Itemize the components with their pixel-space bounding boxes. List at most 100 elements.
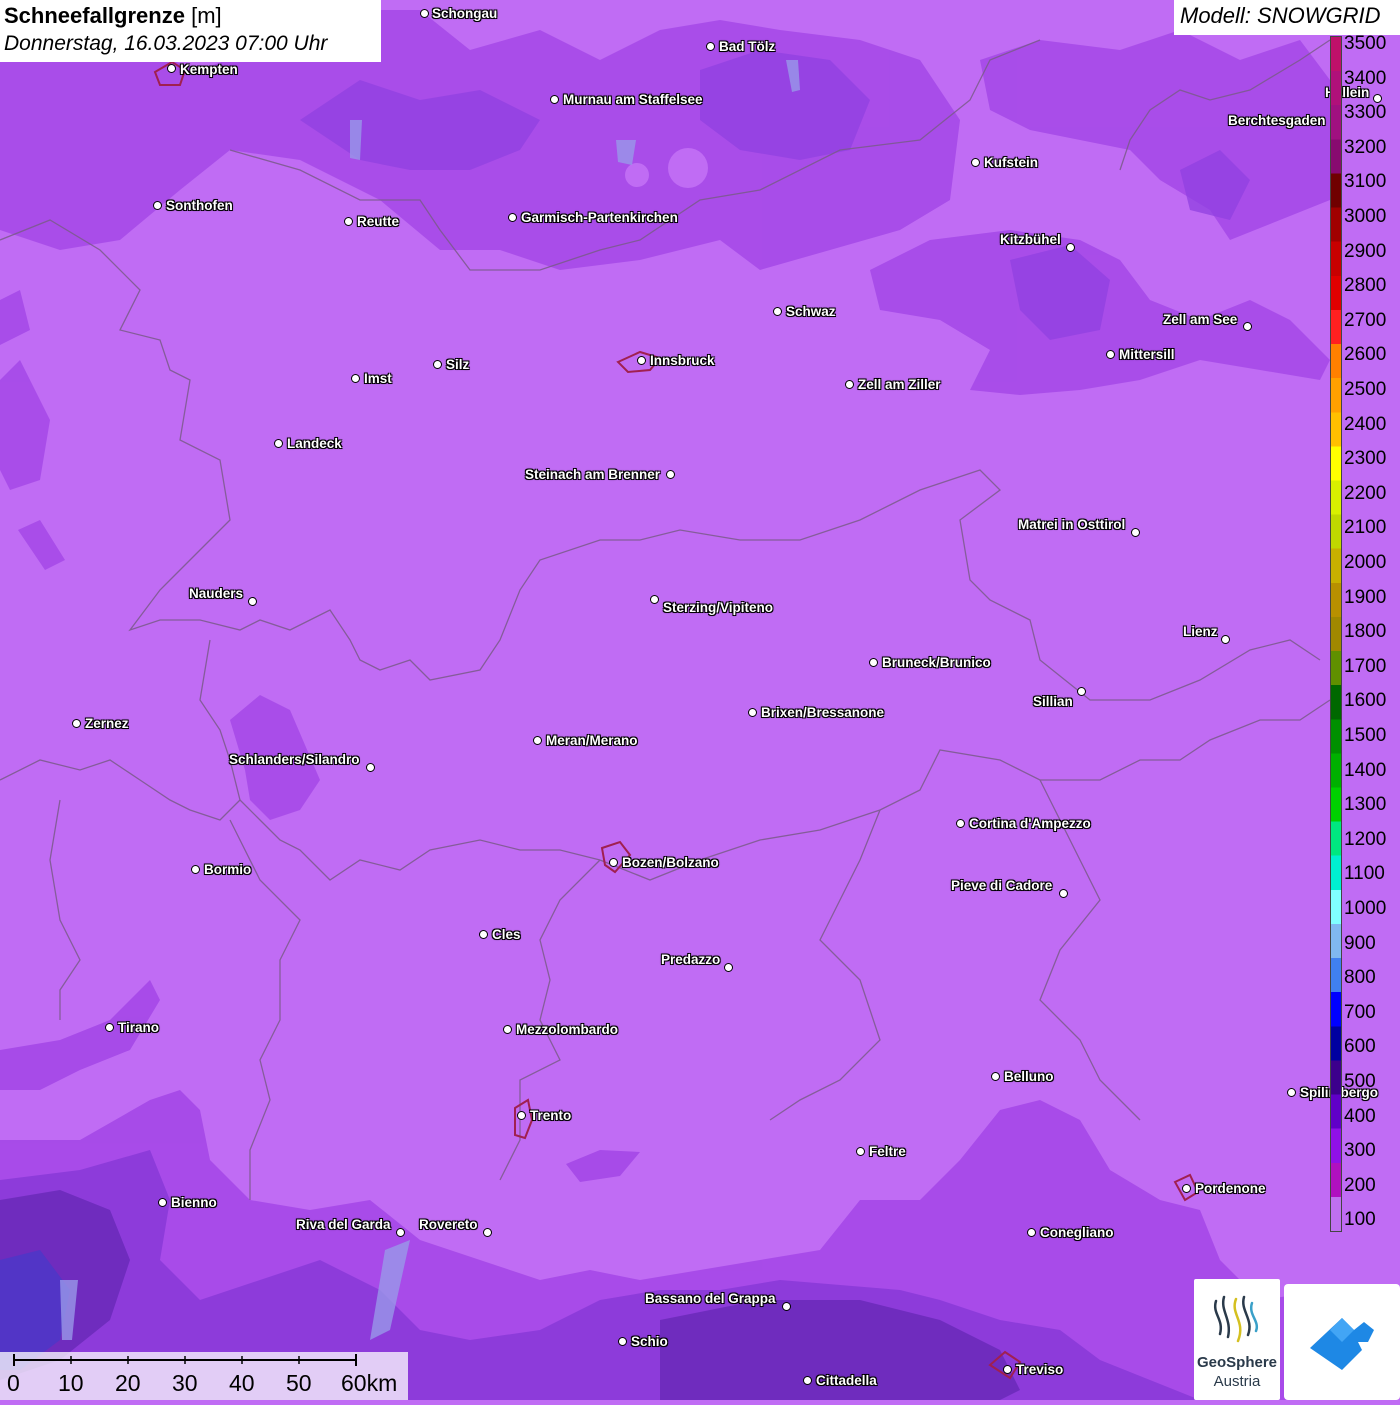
city-label: Sterzing/Vipiteno: [663, 600, 774, 615]
legend-label: 3500: [1344, 33, 1387, 54]
city-marker-icon: [1066, 243, 1075, 252]
city-marker-icon: [1059, 889, 1068, 898]
legend-label: 1100: [1344, 863, 1385, 885]
city-label: Zell am Ziller: [858, 377, 941, 392]
city-label: Pordenone: [1195, 1181, 1266, 1196]
model-label: Modell: SNOWGRID: [1174, 0, 1400, 35]
city-marker-icon: [956, 819, 965, 828]
legend-label: 2700: [1344, 309, 1387, 331]
city-marker-icon: [724, 963, 733, 972]
city-label: Predazzo: [661, 952, 721, 967]
city-marker-icon: [971, 158, 980, 167]
city-label: Bassano del Grappa: [645, 1291, 776, 1306]
city-label: Matrei in Osttirol: [1018, 517, 1126, 532]
city-label: Sonthofen: [166, 198, 233, 213]
color-legend-bar: [1330, 36, 1342, 1232]
city-marker-icon: [666, 470, 675, 479]
city-marker-icon: [248, 597, 257, 606]
city-marker-icon: [105, 1023, 114, 1032]
scale-label-0: 0: [7, 1370, 20, 1396]
legend-label: 2400: [1344, 413, 1387, 435]
city-label: Trento: [530, 1108, 572, 1123]
city-label: Cortina d'Ampezzo: [969, 816, 1091, 831]
legend-label: 3300: [1344, 102, 1387, 124]
city-marker-icon: [856, 1147, 865, 1156]
city-label: Bruneck/Brunico: [882, 655, 991, 670]
city-marker-icon: [803, 1376, 812, 1385]
city-label: Brixen/Bressanone: [761, 705, 885, 720]
parameter-name: Schneefallgrenze: [4, 3, 185, 28]
city-label: Zernez: [85, 716, 129, 731]
city-marker-icon: [72, 719, 81, 728]
city-label: Bormio: [204, 862, 252, 877]
city-label: Schongau: [432, 6, 498, 21]
city-marker-icon: [274, 439, 283, 448]
legend-label: 1700: [1344, 655, 1387, 677]
map-title-box: Schneefallgrenze [m] Donnerstag, 16.03.2…: [0, 0, 381, 62]
city-label: Tirano: [118, 1020, 160, 1035]
legend-label: 400: [1344, 1105, 1376, 1127]
city-marker-icon: [869, 658, 878, 667]
legend-label: 700: [1344, 1001, 1376, 1023]
city-marker-icon: [191, 865, 200, 874]
legend-label: 500: [1344, 1071, 1376, 1092]
city-marker-icon: [351, 374, 360, 383]
city-marker-icon: [1243, 322, 1252, 331]
city-marker-icon: [609, 858, 618, 867]
legend-label: 200: [1344, 1174, 1376, 1196]
city-label: Reutte: [357, 214, 400, 229]
legend-label: 2100: [1344, 517, 1387, 539]
scale-label-50: 50: [286, 1370, 312, 1396]
city-marker-icon: [344, 217, 353, 226]
city-marker-icon: [158, 1198, 167, 1207]
city-label: Landeck: [287, 436, 342, 451]
city-marker-icon: [508, 213, 517, 222]
city-label: Kitzbühel: [1000, 232, 1061, 247]
city-marker-icon: [991, 1072, 1000, 1081]
map-datetime: Donnerstag, 16.03.2023 07:00 Uhr: [4, 32, 328, 55]
city-label: Kufstein: [984, 155, 1038, 170]
city-marker-icon: [706, 42, 715, 51]
city-marker-icon: [650, 595, 659, 604]
city-label: Murnau am Staffelsee: [563, 92, 703, 107]
geosphere-logo[interactable]: GeoSphere Austria: [1194, 1279, 1280, 1400]
weather-app-logo[interactable]: [1284, 1284, 1400, 1400]
city-marker-icon: [533, 736, 542, 745]
city-marker-icon: [1182, 1184, 1191, 1193]
city-label: Cittadella: [816, 1373, 877, 1388]
scale-label-10: 10: [58, 1370, 84, 1396]
city-marker-icon: [396, 1228, 405, 1237]
city-label: Meran/Merano: [546, 733, 638, 748]
legend-label: 300: [1344, 1140, 1376, 1162]
city-marker-icon: [618, 1337, 627, 1346]
city-marker-icon: [1106, 350, 1115, 359]
legend-label: 900: [1344, 932, 1376, 954]
city-label: Sillian: [1033, 694, 1073, 709]
city-marker-icon: [550, 95, 559, 104]
city-label: Rovereto: [419, 1217, 478, 1232]
legend-label: 3000: [1344, 206, 1387, 227]
geosphere-logo-icon: [1213, 1295, 1259, 1343]
geosphere-logo-line1: GeoSphere: [1196, 1354, 1278, 1371]
legend-label: 1500: [1344, 725, 1387, 746]
city-label: Schlanders/Silandro: [229, 752, 360, 767]
legend-label: 1600: [1344, 690, 1387, 712]
legend-label: 3400: [1344, 67, 1387, 89]
legend-label: 2800: [1344, 275, 1387, 297]
legend-label: 2300: [1344, 448, 1387, 470]
city-label: Schio: [631, 1334, 668, 1349]
app-logo-icon: [1310, 1318, 1374, 1370]
legend-label: 1300: [1344, 794, 1387, 816]
city-label: Mezzolombardo: [516, 1022, 619, 1037]
city-label: Conegliano: [1040, 1225, 1114, 1240]
legend-label: 600: [1344, 1036, 1376, 1058]
city-label: Riva del Garda: [296, 1217, 391, 1232]
geosphere-logo-line2: Austria: [1213, 1373, 1261, 1390]
city-label: Pieve di Cadore: [951, 878, 1053, 893]
city-label: Schwaz: [786, 304, 836, 319]
city-label: Bozen/Bolzano: [622, 855, 719, 870]
city-marker-icon: [1027, 1228, 1036, 1237]
city-label: Bienno: [171, 1195, 217, 1210]
legend-label: 1800: [1344, 621, 1387, 643]
legend-label: 3200: [1344, 136, 1387, 158]
